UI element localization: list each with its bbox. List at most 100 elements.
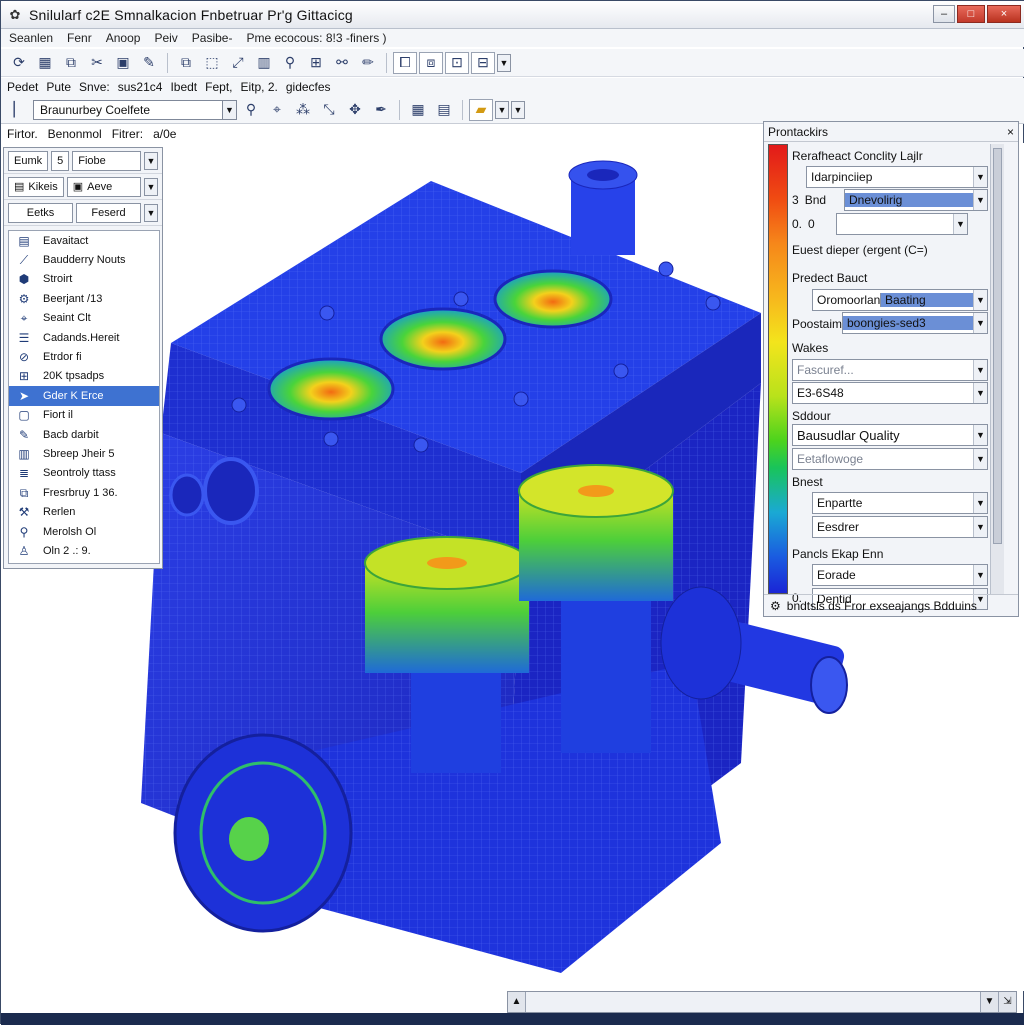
tree-item[interactable]: ▢ Fiort il xyxy=(9,406,159,425)
chevron-down-icon[interactable]: ▼ xyxy=(973,493,987,513)
viewport-horizontal-scrollbar[interactable]: ▲ ▼ ⇲ xyxy=(507,991,1017,1013)
chevron-down-icon[interactable]: ▼ xyxy=(973,383,987,403)
zoom-icon[interactable]: ⚯ xyxy=(330,52,354,74)
tree-item[interactable]: ⧉ Fresrbruy 1 36. xyxy=(9,483,159,502)
property-field-1[interactable]: Idarpinciiep ▼ xyxy=(806,166,988,188)
analysis-combo[interactable]: Braunurbey Coelfete ▼ xyxy=(33,99,237,120)
chevron-down-icon[interactable]: ▼ xyxy=(973,290,987,310)
toolbar-dropdown-arrow[interactable]: ▼ xyxy=(497,53,511,72)
pen-icon[interactable]: ✒ xyxy=(369,99,393,121)
property-field-11[interactable]: Enpartte ▼ xyxy=(812,492,988,514)
menu-item-4[interactable]: Peiv xyxy=(150,29,187,47)
select-icon[interactable]: ⬚ xyxy=(200,52,224,74)
paste-icon[interactable]: ▣ xyxy=(111,52,135,74)
tree-item[interactable]: ⬢ Stroirt xyxy=(9,270,159,289)
scroll-track[interactable] xyxy=(526,992,980,1012)
copy-icon[interactable]: ⧉ xyxy=(174,52,198,74)
move-icon[interactable]: ✥ xyxy=(343,99,367,121)
tree-item[interactable]: ⊘ Etrdor fi xyxy=(9,347,159,366)
mesh-icon[interactable]: ⊞ xyxy=(304,52,328,74)
rotate-icon[interactable]: ⟳ xyxy=(7,52,31,74)
property-field-13[interactable]: Eorade ▼ xyxy=(812,564,988,586)
left-panel-button-c[interactable]: Fiobe xyxy=(72,150,141,171)
property-field-12[interactable]: Eesdrer ▼ xyxy=(812,516,988,538)
property-field-3[interactable]: ▼ xyxy=(836,213,968,235)
edit-icon[interactable]: ✎ xyxy=(137,52,161,74)
probe-icon[interactable]: ⚲ xyxy=(239,99,263,121)
scroll-down-icon[interactable]: ▼ xyxy=(980,992,998,1012)
menu-item-1[interactable]: Seanlen xyxy=(5,29,63,47)
properties-scrollbar[interactable] xyxy=(990,144,1004,594)
tree-item[interactable]: ⚒ Rerlen xyxy=(9,502,159,521)
tab-eetks[interactable]: Eetks xyxy=(8,202,73,223)
view-icon[interactable]: ⧉ xyxy=(59,52,83,74)
transform-icon[interactable]: ⤢ xyxy=(226,52,250,74)
tree-item[interactable]: ⚲ Merolsh Ol xyxy=(9,522,159,541)
link-icon[interactable]: ⚲ xyxy=(278,52,302,74)
menu-item-3[interactable]: Anoop xyxy=(102,29,151,47)
menu-item-6[interactable]: Pme ecocous: 8!3 -finers ) xyxy=(242,29,396,47)
chart-icon[interactable]: ▥ xyxy=(252,52,276,74)
tree-item[interactable]: ⟋ Baudderry Nouts xyxy=(9,250,159,269)
chevron-down-icon[interactable]: ▼ xyxy=(144,203,158,222)
nodes-icon[interactable]: ⁂ xyxy=(291,99,315,121)
results-icon[interactable]: ▤ xyxy=(432,99,456,121)
chevron-down-icon[interactable]: ▼ xyxy=(973,360,987,380)
property-field-9[interactable]: Bausudlar Quality ▼ xyxy=(792,424,988,446)
chevron-down-icon[interactable]: ▼ xyxy=(144,151,158,170)
chevron-down-icon[interactable]: ▼ xyxy=(973,190,987,210)
chevron-down-icon[interactable]: ▼ xyxy=(973,425,987,445)
chevron-down-icon[interactable]: ▼ xyxy=(144,177,158,196)
cut-icon[interactable]: ✂ xyxy=(85,52,109,74)
palette-icon[interactable]: ▰ xyxy=(469,98,493,121)
tree-item[interactable]: ⊞ 20K tpsadps xyxy=(9,367,159,386)
grid-icon[interactable]: ▦ xyxy=(33,52,57,74)
property-field-7[interactable]: Fascuref... ▼ xyxy=(792,359,988,381)
left-panel-button-aeve[interactable]: ▣ Aeve xyxy=(66,176,141,197)
minimize-button[interactable]: – xyxy=(933,5,955,23)
frame-icon[interactable]: ⧠ xyxy=(393,51,417,74)
property-field-8[interactable]: E3-6S48 ▼ xyxy=(792,382,988,404)
tree-item[interactable]: ♙ Oln 2 .: 9. xyxy=(9,541,159,560)
scrollbar-thumb[interactable] xyxy=(993,148,1002,544)
chevron-down-icon[interactable]: ▼ xyxy=(973,565,987,585)
tree-item[interactable]: ⌖ Seaint Clt xyxy=(9,309,159,328)
pencil-icon[interactable]: ✏ xyxy=(356,52,380,74)
elements-icon[interactable]: ⊟ xyxy=(471,51,495,74)
chevron-down-icon[interactable]: ▼ xyxy=(973,449,987,469)
menu-item-5[interactable]: Pasibe- xyxy=(188,29,243,47)
toolbar-dropdown-arrow[interactable]: ▼ xyxy=(511,100,525,119)
property-field-10[interactable]: Eetaflowoge ▼ xyxy=(792,448,988,470)
tree-item[interactable]: ▥ Sbreep Jheir 5 xyxy=(9,444,159,463)
chevron-down-icon[interactable]: ▼ xyxy=(222,100,236,119)
layers-icon[interactable]: ⧈ xyxy=(419,51,443,74)
tree-item[interactable]: ⚙ Beerjant /13 xyxy=(9,289,159,308)
tree-item[interactable]: ≣ Seontroly ttass xyxy=(9,464,159,483)
toolbar-dropdown-arrow[interactable]: ▼ xyxy=(495,100,509,119)
close-button[interactable]: × xyxy=(987,5,1021,23)
property-field-6[interactable]: boongies-sed3 ▼ xyxy=(842,312,988,334)
tab-feserd[interactable]: Feserd xyxy=(76,202,141,223)
scroll-up-icon[interactable]: ▲ xyxy=(508,992,526,1012)
tree-item[interactable]: ▤ Eavaitact xyxy=(9,231,159,250)
grid-icon[interactable]: ▦ xyxy=(406,99,430,121)
close-icon[interactable]: × xyxy=(1007,125,1014,139)
resize-grip-icon[interactable]: ⇲ xyxy=(998,992,1016,1012)
tree-item[interactable]: ✎ Bacb darbit xyxy=(9,425,159,444)
chevron-down-icon[interactable]: ▼ xyxy=(973,313,987,333)
chevron-down-icon[interactable]: ▼ xyxy=(973,517,987,537)
property-field-5[interactable]: Oromoorlant Baating ▼ xyxy=(812,289,988,311)
left-panel-button-kikeis[interactable]: ▤ Kikeis xyxy=(8,176,64,197)
measure-icon[interactable]: ⌖ xyxy=(265,99,289,121)
menu-item-2[interactable]: Fenr xyxy=(63,29,102,47)
cursor-icon[interactable]: ▏ xyxy=(7,99,31,121)
chevron-down-icon[interactable]: ▼ xyxy=(953,214,967,234)
property-field-2[interactable]: Dnevolirig ▼ xyxy=(844,189,988,211)
select-icon[interactable]: ⤡ xyxy=(317,99,341,121)
tree-item[interactable]: ☰ Cadands.Hereit xyxy=(9,328,159,347)
maximize-button[interactable]: □ xyxy=(957,5,985,23)
left-panel-button-a[interactable]: Eumk xyxy=(8,150,49,171)
tree-item[interactable]: ➤ Gder K Erce xyxy=(9,386,159,406)
left-panel-button-b[interactable]: 5 xyxy=(51,150,70,171)
chevron-down-icon[interactable]: ▼ xyxy=(973,167,987,187)
